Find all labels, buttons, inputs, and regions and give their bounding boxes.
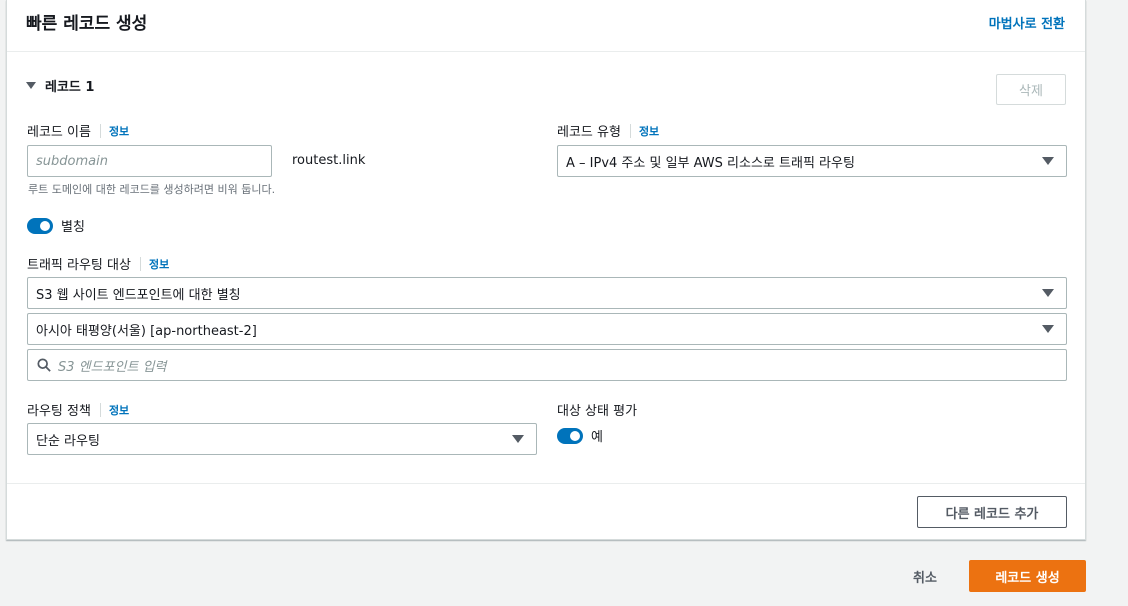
region-value: 아시아 태평양(서울) [ap-northeast-2]	[36, 323, 257, 339]
page-title: 빠른 레코드 생성	[26, 14, 148, 34]
quick-create-panel: 빠른 레코드 생성 마법사로 전환 레코드 1 삭제 레코드 이름 정보 sub…	[6, 0, 1086, 540]
route-target-label: 트래픽 라우팅 대상 정보	[27, 254, 169, 273]
alias-toggle[interactable]: 별칭	[27, 216, 85, 235]
add-another-record-button[interactable]: 다른 레코드 추가	[917, 496, 1067, 528]
record-type-value: A – IPv4 주소 및 일부 AWS 리소스로 트래픽 라우팅	[566, 155, 855, 171]
health-eval-toggle-label: 예	[591, 430, 603, 445]
endpoint-type-select[interactable]: S3 웹 사이트 엔드포인트에 대한 별칭	[27, 277, 1067, 309]
toggle-switch-icon	[27, 217, 53, 234]
caret-down-icon	[1042, 325, 1054, 333]
record-name-help-text: 루트 도메인에 대한 레코드를 생성하려면 비워 둡니다.	[28, 183, 276, 196]
health-eval-label: 대상 상태 평가	[557, 404, 638, 419]
divider	[139, 256, 141, 271]
caret-down-icon	[1042, 289, 1054, 297]
caret-down-icon	[26, 82, 36, 89]
routing-policy-info-link[interactable]: 정보	[109, 402, 129, 418]
record-name-label-text: 레코드 이름	[27, 125, 91, 140]
panel-header: 빠른 레코드 생성 마법사로 전환	[7, 0, 1085, 52]
divider	[629, 123, 631, 138]
record-title: 레코드 1	[45, 80, 95, 95]
record-section-toggle[interactable]: 레코드 1	[26, 76, 94, 95]
route-target-info-link[interactable]: 정보	[149, 256, 169, 272]
region-select[interactable]: 아시아 태평양(서울) [ap-northeast-2]	[27, 313, 1067, 345]
caret-down-icon	[512, 435, 524, 443]
toggle-switch-icon	[557, 427, 583, 444]
domain-suffix: routest.link	[292, 153, 366, 168]
health-eval-toggle[interactable]: 예	[557, 426, 603, 445]
divider	[99, 402, 101, 417]
record-name-info-link[interactable]: 정보	[109, 123, 129, 139]
s3-endpoint-placeholder: S3 엔드포인트 입력	[58, 359, 167, 375]
search-icon	[37, 358, 51, 372]
cancel-button[interactable]: 취소	[897, 560, 953, 592]
routing-policy-label: 라우팅 정책 정보	[27, 400, 129, 419]
record-type-select[interactable]: A – IPv4 주소 및 일부 AWS 리소스로 트래픽 라우팅	[557, 145, 1067, 177]
endpoint-type-value: S3 웹 사이트 엔드포인트에 대한 별칭	[36, 287, 241, 303]
record-type-info-link[interactable]: 정보	[639, 123, 659, 139]
record-type-label: 레코드 유형 정보	[557, 121, 659, 140]
record-name-input[interactable]: subdomain	[27, 145, 272, 177]
create-records-button[interactable]: 레코드 생성	[969, 560, 1086, 592]
routing-policy-label-text: 라우팅 정책	[27, 404, 91, 419]
record-name-label: 레코드 이름 정보	[27, 121, 129, 140]
s3-endpoint-search-input[interactable]: S3 엔드포인트 입력	[27, 349, 1067, 381]
routing-policy-select[interactable]: 단순 라우팅	[27, 423, 537, 455]
switch-to-wizard-link[interactable]: 마법사로 전환	[989, 13, 1065, 32]
record-type-label-text: 레코드 유형	[557, 125, 621, 140]
routing-policy-value: 단순 라우팅	[36, 433, 100, 449]
divider	[7, 483, 1085, 484]
divider	[99, 123, 101, 138]
delete-button[interactable]: 삭제	[996, 74, 1066, 105]
caret-down-icon	[1042, 157, 1054, 165]
record-name-placeholder: subdomain	[36, 153, 108, 169]
route-target-label-text: 트래픽 라우팅 대상	[27, 258, 131, 273]
alias-label: 별칭	[61, 220, 85, 235]
